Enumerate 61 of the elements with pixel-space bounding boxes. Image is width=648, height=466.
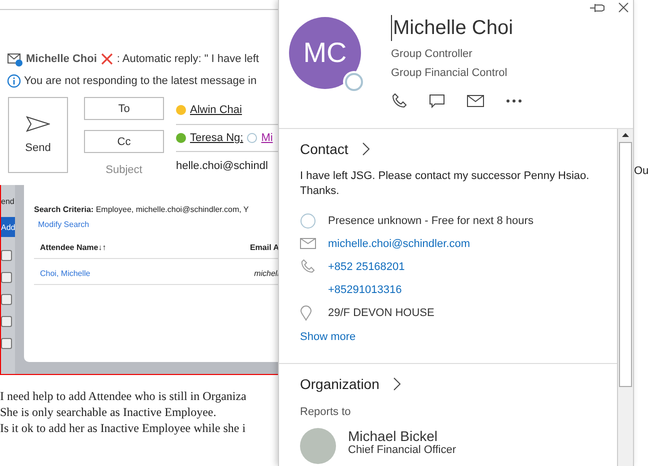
body-text-line: Is it ok to add her as Inactive Employee while she i [0,420,247,436]
send-button[interactable]: Send [8,97,68,173]
section-heading[interactable]: Organization [300,376,380,392]
search-criteria: Search Criteria: Employee, michelle.choi@schindler.com, Y [34,205,250,214]
to-button[interactable]: To [84,97,164,120]
modify-search-link[interactable]: Modify Search [38,220,279,229]
contact-name: Michelle Choi [391,15,522,41]
presence-circle-icon [300,212,316,228]
mail-info-icon [7,51,23,67]
scrollbar[interactable] [617,129,633,466]
photo-placeholder [300,428,336,464]
section-heading[interactable]: Contact [300,141,348,157]
manager-name[interactable]: Michael Bickel [348,428,456,444]
cross-icon [100,52,114,66]
info-message: You are not responding to the latest message in [24,75,257,87]
presence-detail: Presence unknown - Free for next 8 hours [328,214,534,226]
more-icon[interactable] [506,99,522,103]
background-text: Ou [634,165,648,177]
recipient-link[interactable]: Mi [261,132,273,144]
column-label: end [1,197,15,206]
sender-name: Michelle Choi [26,53,97,65]
status-note: I have left JSG. Please contact my successor Penny Hsiao. Thanks. [300,169,590,199]
checkbox[interactable] [1,294,12,305]
close-icon[interactable] [618,2,629,13]
manager-title: Chief Financial Officer [348,444,456,456]
mail-icon [300,238,316,249]
checkbox[interactable] [1,316,12,327]
pin-icon[interactable] [590,2,606,12]
address-detail: 29/F DEVON HOUSE [328,306,434,318]
recipient-link[interactable]: Alwin Chai [190,104,242,116]
avatar-initials: MC [303,37,347,69]
chevron-icon[interactable] [393,377,402,391]
reports-to-label: Reports to [300,406,352,418]
mail-icon[interactable] [467,95,484,107]
chat-icon[interactable] [429,93,445,109]
department: Group Financial Control [391,67,508,79]
email-link[interactable]: michelle.choi@schindler.com [328,238,470,250]
autoreply-text: : Automatic reply: " I have left [116,53,259,65]
subject-label: Subject [106,164,142,176]
table-cell[interactable]: Choi, Michelle [40,269,90,278]
body-text-line: I need help to add Attendee who is still in Organiza [0,388,248,404]
show-more-link[interactable]: Show more [300,331,617,343]
info-icon [7,74,21,88]
cc-button[interactable]: Cc [84,130,164,153]
checkbox[interactable] [1,250,12,261]
phone-link[interactable]: +852 25168201 [328,260,405,272]
checkbox[interactable] [1,272,12,283]
chevron-icon[interactable] [362,142,370,156]
phone-link[interactable]: +85291013316 [328,284,402,296]
job-title: Group Controller [391,48,474,60]
recipient-link[interactable]: Teresa Ng; [190,132,244,144]
body-text-line: She is only searchable as Inactive Employee. [0,404,218,420]
send-icon [26,116,50,132]
location-pin-icon [300,304,312,320]
add-button[interactable]: Add [1,217,15,237]
phone-icon[interactable] [391,93,407,109]
phone-icon [300,259,315,274]
subject-field[interactable]: helle.choi@schindl [176,160,268,172]
column-header[interactable]: Attendee Name↓↑ [40,243,106,252]
presence-ring [345,73,363,91]
checkbox[interactable] [1,338,12,349]
